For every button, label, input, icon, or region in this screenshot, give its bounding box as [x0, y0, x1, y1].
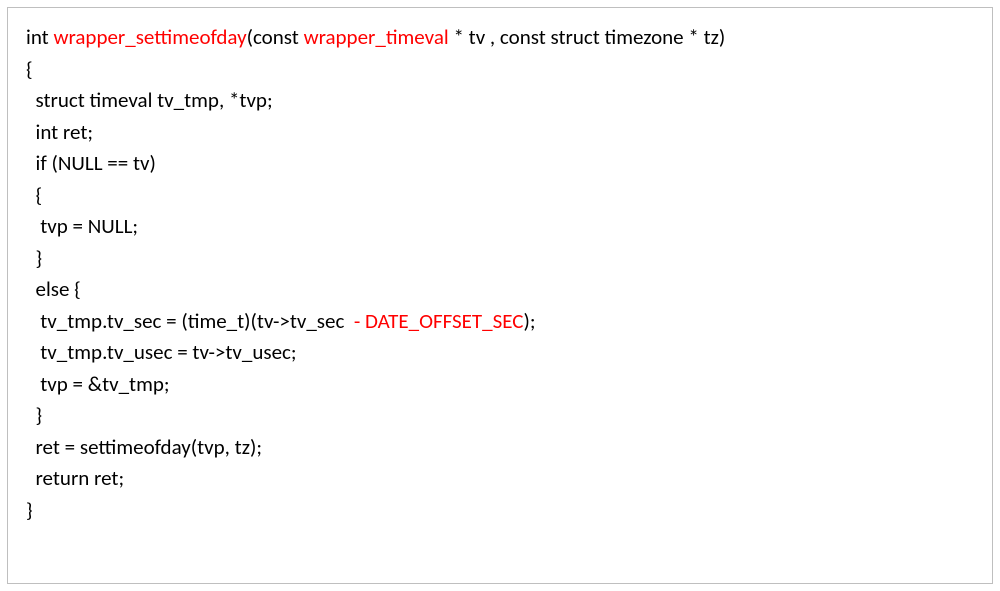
code-text: * tv , const struct timezone * tz)	[449, 24, 726, 50]
code-line-11: tv_tmp.tv_usec = tv->tv_usec;	[26, 337, 974, 369]
code-line-4: int ret;	[26, 117, 974, 149]
code-line-10: tv_tmp.tv_sec = (time_t)(tv->tv_sec - DA…	[26, 306, 974, 338]
code-highlight: wrapper_timeval	[304, 24, 449, 50]
code-text: (const	[247, 24, 304, 50]
code-line-16: }	[26, 495, 974, 527]
code-highlight: wrapper_settimeofday	[53, 24, 246, 50]
code-line-13: }	[26, 400, 974, 432]
code-line-12: tvp = &tv_tmp;	[26, 369, 974, 401]
code-text: int	[26, 24, 53, 50]
code-text: tv_tmp.tv_sec = (time_t)(tv->tv_sec	[26, 308, 349, 334]
code-line-8: }	[26, 243, 974, 275]
code-line-3: struct timeval tv_tmp, *tvp;	[26, 85, 974, 117]
code-line-6: {	[26, 180, 974, 212]
code-line-5: if (NULL == tv)	[26, 148, 974, 180]
code-line-9: else {	[26, 274, 974, 306]
code-line-7: tvp = NULL;	[26, 211, 974, 243]
code-line-2: {	[26, 54, 974, 86]
code-text: );	[523, 308, 535, 334]
code-block: int wrapper_settimeofday(const wrapper_t…	[7, 7, 993, 584]
code-line-14: ret = settimeofday(tvp, tz);	[26, 432, 974, 464]
code-line-15: return ret;	[26, 463, 974, 495]
code-line-1: int wrapper_settimeofday(const wrapper_t…	[26, 22, 974, 54]
code-highlight: - DATE_OFFSET_SEC	[349, 308, 523, 334]
